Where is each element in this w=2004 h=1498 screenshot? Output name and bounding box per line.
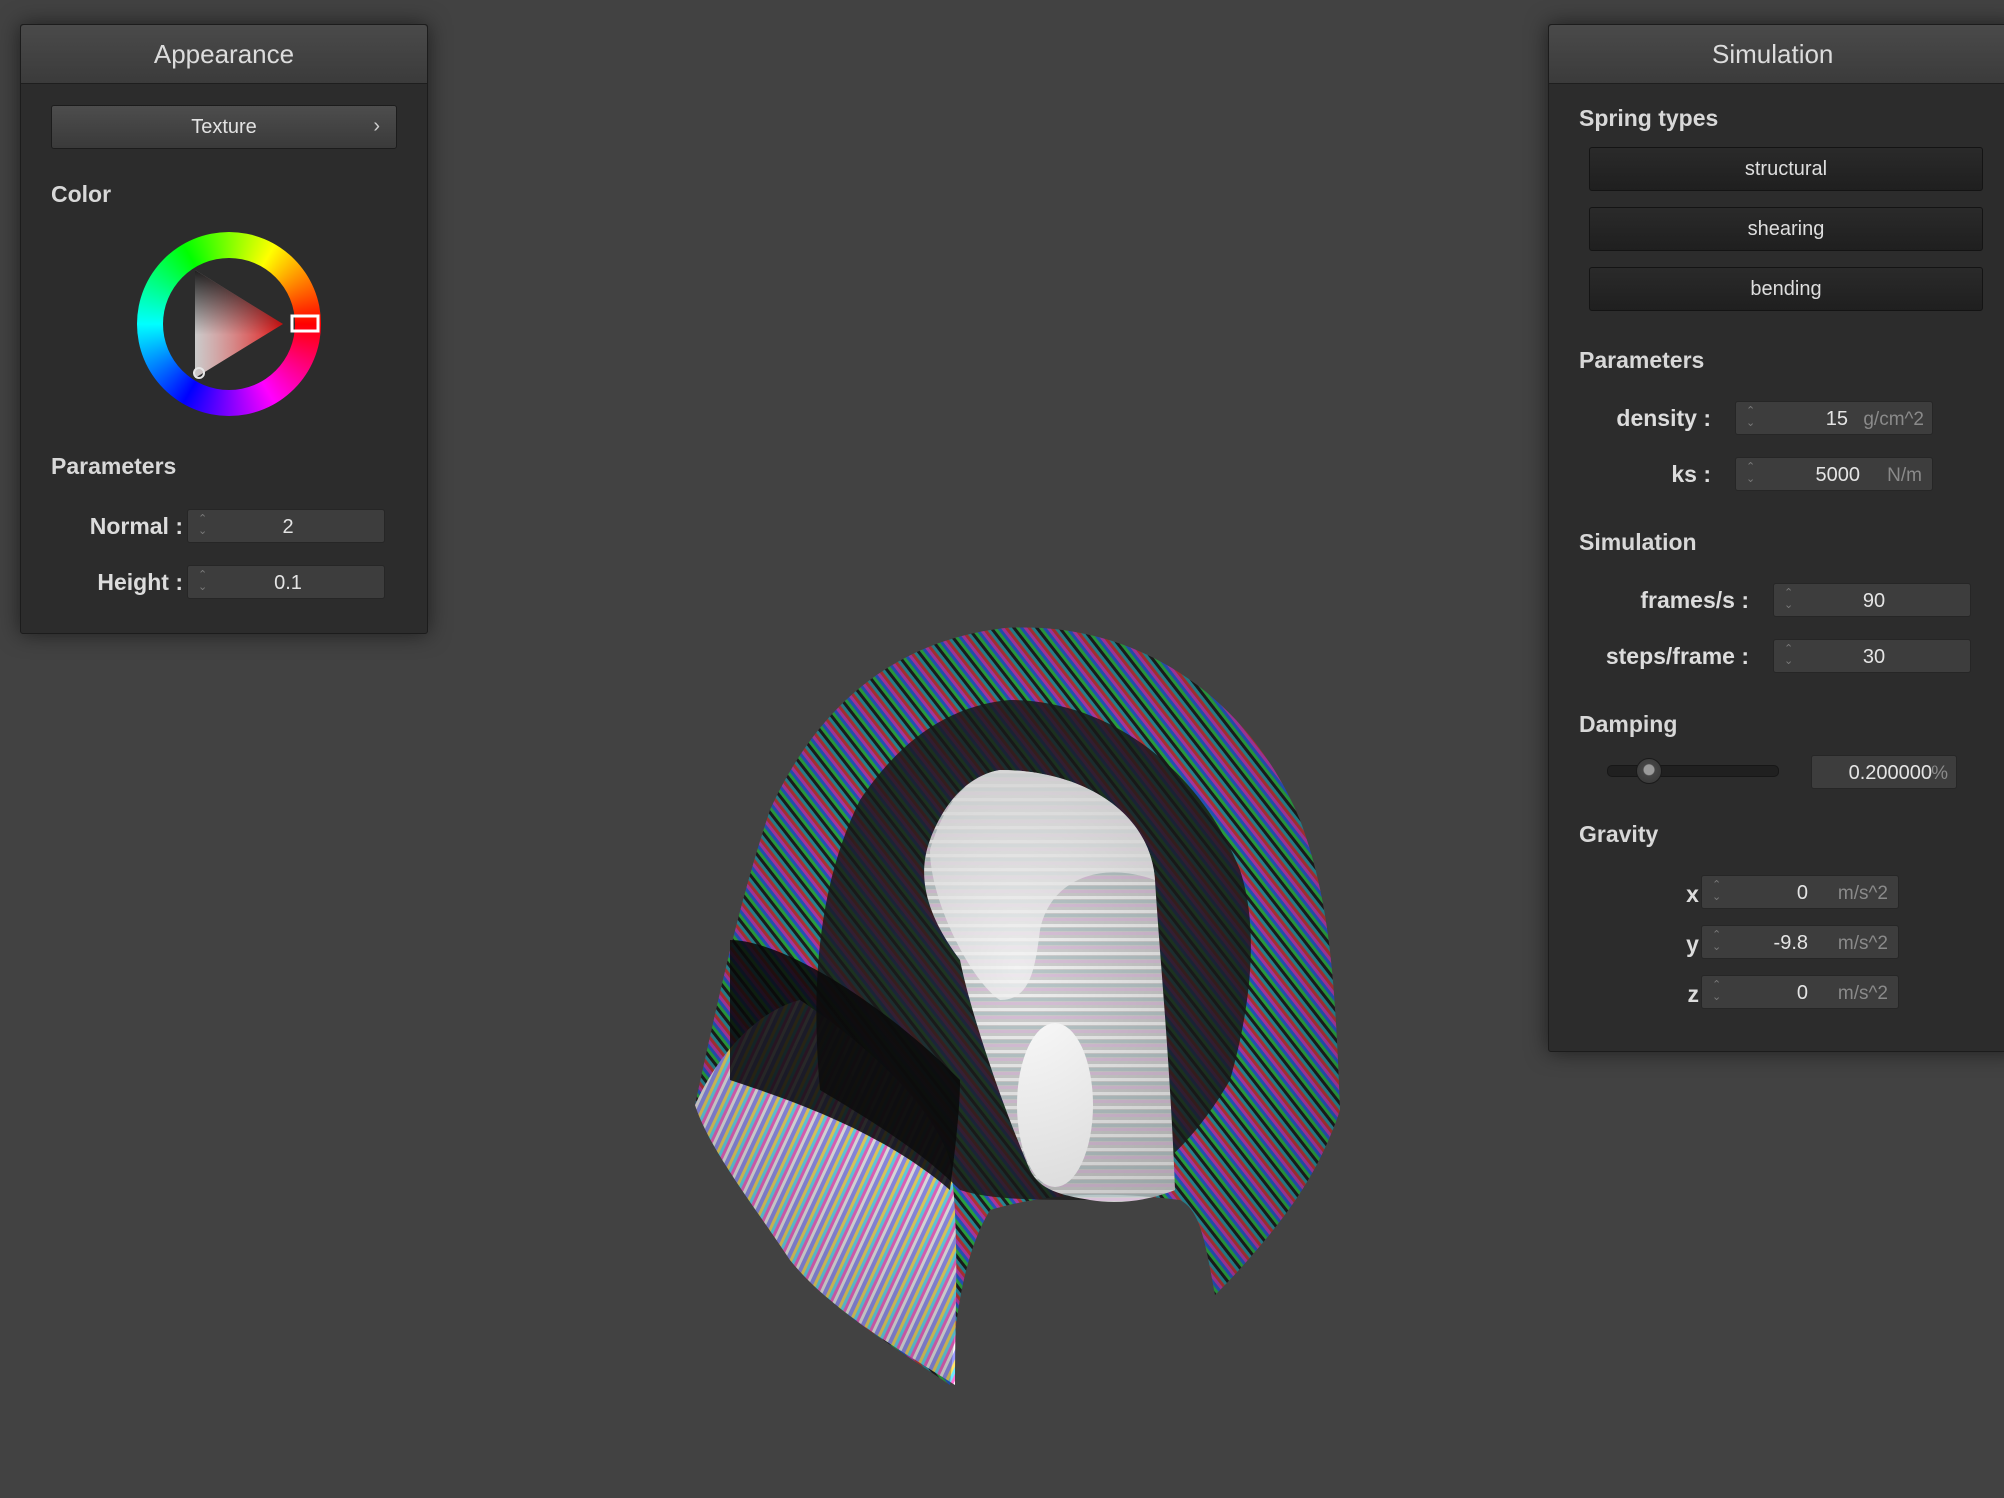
appearance-parameters-label: Parameters	[51, 453, 177, 479]
simulation-section-label: Simulation	[1579, 529, 1697, 555]
gravity-y-value: -9.8	[1773, 932, 1808, 954]
spin-arrows-icon[interactable]: ⌃ ⌄	[1784, 643, 1796, 669]
damping-label: Damping	[1579, 711, 1678, 737]
structural-button[interactable]: structural	[1589, 147, 1983, 191]
normal-value: 2	[282, 516, 294, 538]
color-wheel[interactable]	[137, 232, 321, 416]
gravity-x-value: 0	[1796, 882, 1808, 904]
ks-label: ks :	[1671, 461, 1711, 487]
spring-types-label: Spring types	[1579, 105, 1719, 131]
simulation-panel-title[interactable]: Simulation	[1549, 25, 2004, 84]
ks-value: 5000	[1815, 464, 1861, 486]
damping-value: 0.200000	[1848, 762, 1932, 784]
fps-value: 90	[1862, 590, 1886, 612]
texture-button-label: Texture	[191, 115, 257, 138]
spin-arrows-icon[interactable]: ⌃ ⌄	[1712, 979, 1724, 1005]
shearing-button[interactable]: shearing	[1589, 207, 1983, 251]
spin-arrows-icon[interactable]: ⌃ ⌄	[198, 513, 210, 539]
height-value: 0.1	[274, 572, 302, 594]
height-input[interactable]: ⌃ ⌄ 0.1	[187, 565, 385, 599]
gravity-label: Gravity	[1579, 821, 1659, 847]
normal-input[interactable]: ⌃ ⌄ 2	[187, 509, 385, 543]
normal-label: Normal :	[89, 513, 183, 539]
steps-label: steps/frame :	[1605, 643, 1749, 669]
bending-button[interactable]: bending	[1589, 267, 1983, 311]
color-label: Color	[51, 181, 112, 207]
fps-input[interactable]: ⌃ ⌄ 90	[1773, 583, 1971, 617]
density-label: density :	[1616, 405, 1711, 431]
density-unit: g/cm^2	[1863, 409, 1924, 430]
gravity-z-input[interactable]: ⌃ ⌄ 0 m/s^2	[1701, 975, 1899, 1009]
simulation-panel: Simulation Spring types structural shear…	[1548, 24, 2004, 1052]
texture-button[interactable]: Texture ›	[51, 105, 397, 149]
gravity-y-unit: m/s^2	[1837, 933, 1888, 954]
spin-arrows-icon[interactable]: ⌃ ⌄	[1712, 879, 1724, 905]
spin-arrows-icon[interactable]: ⌃ ⌄	[1784, 587, 1796, 613]
damping-input[interactable]: 0.200000 %	[1811, 755, 1957, 789]
gravity-z-value: 0	[1796, 982, 1808, 1004]
ks-unit: N/m	[1887, 465, 1922, 486]
color-triangle[interactable]	[137, 232, 321, 416]
gravity-z-label: z :	[1687, 981, 1713, 1007]
spin-arrows-icon[interactable]: ⌃ ⌄	[1746, 461, 1758, 487]
hue-selector[interactable]	[290, 314, 320, 333]
steps-input[interactable]: ⌃ ⌄ 30	[1773, 639, 1971, 673]
spin-arrows-icon[interactable]: ⌃ ⌄	[1746, 405, 1758, 431]
gravity-z-unit: m/s^2	[1837, 983, 1888, 1004]
appearance-panel-title[interactable]: Appearance	[21, 25, 427, 84]
gravity-y-input[interactable]: ⌃ ⌄ -9.8 m/s^2	[1701, 925, 1899, 959]
steps-value: 30	[1862, 646, 1886, 668]
fps-label: frames/s :	[1640, 587, 1749, 613]
gravity-x-input[interactable]: ⌃ ⌄ 0 m/s^2	[1701, 875, 1899, 909]
density-input[interactable]: ⌃ ⌄ 15 g/cm^2	[1735, 401, 1933, 435]
gravity-y-label: y :	[1686, 931, 1713, 957]
density-value: 15	[1825, 408, 1848, 430]
sim-parameters-label: Parameters	[1579, 347, 1705, 373]
height-label: Height :	[97, 569, 183, 595]
gravity-x-label: x :	[1686, 881, 1713, 907]
spin-arrows-icon[interactable]: ⌃ ⌄	[1712, 929, 1724, 955]
spin-arrows-icon[interactable]: ⌃ ⌄	[198, 569, 210, 595]
damping-slider[interactable]	[1607, 765, 1779, 777]
ks-input[interactable]: ⌃ ⌄ 5000 N/m	[1735, 457, 1933, 491]
chevron-right-icon: ›	[373, 115, 380, 137]
appearance-panel: Appearance Texture › Color Parameters No…	[20, 24, 428, 634]
damping-unit: %	[1931, 763, 1948, 784]
gravity-x-unit: m/s^2	[1837, 883, 1888, 904]
damping-slider-knob[interactable]	[1636, 758, 1663, 784]
